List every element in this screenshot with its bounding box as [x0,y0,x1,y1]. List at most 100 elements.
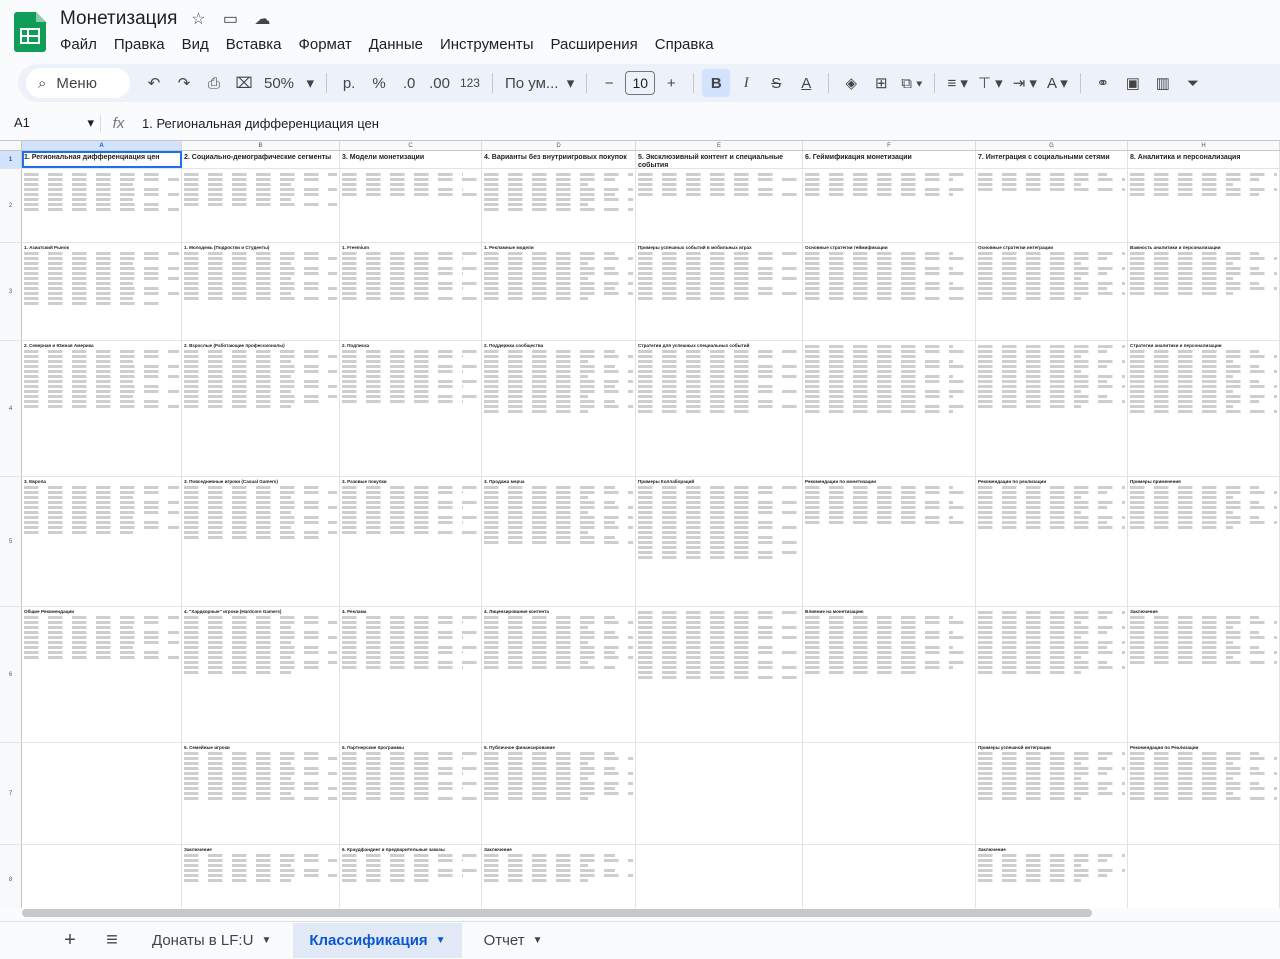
table-cell[interactable]: 5. Семейные игроки [182,743,340,844]
table-cell[interactable]: Рекомендации по монетизации [803,477,976,606]
table-cell[interactable] [22,845,182,908]
strikethrough-icon[interactable]: S [762,69,790,97]
row-number[interactable]: 4 [0,341,22,476]
menu-extensions[interactable]: Расширения [551,36,647,53]
decrease-font-size-button[interactable]: − [595,69,623,97]
table-cell[interactable] [636,845,803,908]
table-cell[interactable] [636,169,803,242]
table-cell[interactable]: Примеры Коллабораций [636,477,803,606]
text-wrap-icon[interactable]: ⇥ ▾ [1009,69,1041,97]
table-cell[interactable]: Общие Рекомендации [22,607,182,742]
table-cell[interactable] [803,169,976,242]
row-number[interactable]: 1 [0,151,22,168]
text-color-icon[interactable]: A [792,69,820,97]
menu-help[interactable]: Справка [655,36,723,53]
column-header-a[interactable]: A [22,141,182,150]
number-format-button[interactable]: 123 [456,69,484,97]
table-cell[interactable]: 3. Разовые покупки [340,477,482,606]
menu-data[interactable]: Данные [369,36,432,53]
column-header-h[interactable]: H [1128,141,1280,150]
increase-font-size-button[interactable]: + [657,69,685,97]
increase-decimal-button[interactable]: .00 [425,69,454,97]
insert-chart-icon[interactable]: ▥ [1149,69,1177,97]
formula-input[interactable]: 1. Региональная дифференциация цен [136,116,379,131]
table-cell[interactable] [22,743,182,844]
cloud-status-icon[interactable]: ☁ [251,9,273,29]
move-folder-icon[interactable]: ▭ [219,9,241,29]
column-header-b[interactable]: B [182,141,340,150]
table-cell[interactable]: 5. Партнерские программы [340,743,482,844]
table-cell[interactable]: 1. Рекламные модели [482,243,636,340]
table-cell[interactable] [803,341,976,476]
column-header-d[interactable]: D [482,141,636,150]
header-cell[interactable]: 1. Региональная дифференциация цен [22,151,182,168]
table-cell[interactable] [1128,845,1280,908]
table-cell[interactable]: 1. Молодежь (Подростки и Студенты) [182,243,340,340]
table-cell[interactable]: 6. Краудфандинг и предварительные заказы [340,845,482,908]
table-cell[interactable] [803,845,976,908]
table-cell[interactable]: Стратегии аналитики и персонализации [1128,341,1280,476]
spreadsheet-grid[interactable]: A B C D E F G H 1 1. Региональная диффер… [0,140,1280,908]
star-icon[interactable]: ☆ [187,9,209,29]
sheets-logo-icon[interactable] [14,12,46,52]
table-cell[interactable] [22,169,182,242]
column-header-g[interactable]: G [976,141,1128,150]
currency-format-button[interactable]: р. [335,69,363,97]
menu-file[interactable]: Файл [60,36,106,53]
paint-format-icon[interactable]: ⌧ [230,69,258,97]
table-cell[interactable] [976,607,1128,742]
insert-link-icon[interactable]: ⚭ [1089,69,1117,97]
header-cell[interactable]: 2. Социально-демографические сегменты [182,151,340,168]
column-header-f[interactable]: F [803,141,976,150]
name-box[interactable]: A1 ▾ [0,115,100,131]
table-cell[interactable]: 3. Повседневные игроки (Casual Gamers) [182,477,340,606]
table-cell[interactable]: 2. Поддержка сообщества [482,341,636,476]
table-cell[interactable]: Примеры применения [1128,477,1280,606]
insert-comment-icon[interactable]: ▣ [1119,69,1147,97]
header-cell[interactable]: 5. Эксклюзивный контент и специальные со… [636,151,803,168]
row-number[interactable]: 3 [0,243,22,340]
table-cell[interactable]: 3. Европа [22,477,182,606]
table-cell[interactable]: Рекомендации по Реализации [1128,743,1280,844]
text-rotation-icon[interactable]: A ▾ [1043,69,1072,97]
table-cell[interactable] [1128,169,1280,242]
row-number[interactable]: 5 [0,477,22,606]
header-cell[interactable]: 8. Аналитика и персонализация [1128,151,1280,168]
header-cell[interactable]: 7. Интеграция с социальными сетями [976,151,1128,168]
table-cell[interactable] [182,169,340,242]
vertical-align-icon[interactable]: ⊤ ▾ [974,69,1007,97]
header-cell[interactable]: 3. Модели монетизации [340,151,482,168]
table-cell[interactable]: 4. Реклама [340,607,482,742]
borders-icon[interactable]: ⊞ [867,69,895,97]
menu-format[interactable]: Формат [298,36,360,53]
fill-color-icon[interactable]: ◈ [837,69,865,97]
table-cell[interactable]: 2. Подписка [340,341,482,476]
table-cell[interactable]: Заключение [482,845,636,908]
select-all-corner[interactable] [0,141,22,151]
row-number[interactable]: 7 [0,743,22,844]
column-header-e[interactable]: E [636,141,803,150]
all-sheets-menu-icon[interactable]: ≡ [94,929,130,952]
table-cell[interactable]: Стратегии для успешных специальных событ… [636,341,803,476]
menu-tools[interactable]: Инструменты [440,36,543,53]
table-cell[interactable]: Заключение [182,845,340,908]
row-number[interactable]: 6 [0,607,22,742]
sheet-tab-donaty[interactable]: Донаты в LF:U ▼ [136,923,287,958]
font-family-select[interactable]: По ум... ▾ [501,69,578,97]
decrease-decimal-button[interactable]: .0 [395,69,423,97]
document-title[interactable]: Монетизация [60,8,177,30]
table-cell[interactable] [482,169,636,242]
table-cell[interactable]: Рекомендации по реализации [976,477,1128,606]
menu-insert[interactable]: Вставка [226,36,291,53]
table-cell[interactable]: Основные стратегии интеграции [976,243,1128,340]
table-cell[interactable]: 5. Публичное финансирование [482,743,636,844]
table-cell[interactable]: 2. Северная и Южная Америка [22,341,182,476]
horizontal-scrollbar[interactable] [22,909,1092,917]
table-cell[interactable]: 2. Взрослые (Работающие профессионалы) [182,341,340,476]
redo-icon[interactable]: ↷ [170,69,198,97]
print-icon[interactable]: ⎙ [200,69,228,97]
table-cell[interactable] [803,743,976,844]
table-cell[interactable] [976,169,1128,242]
add-sheet-icon[interactable]: + [52,929,88,952]
filter-icon[interactable]: ⏷ [1179,69,1207,97]
